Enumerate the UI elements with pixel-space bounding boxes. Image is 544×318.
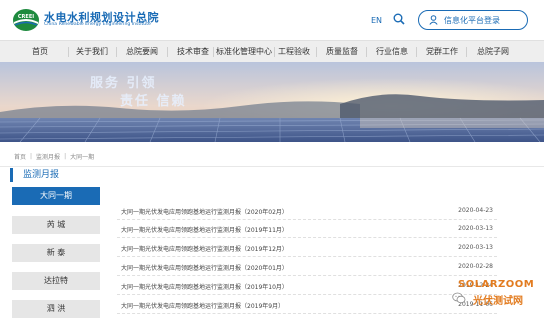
report-row[interactable]: 大同一期光伏发电应用领跑基地运行监测月报（2019年11月） 2020-03-1… xyxy=(117,222,497,238)
breadcrumb-divider xyxy=(0,166,544,167)
platform-login-button[interactable]: 信息化平台登录 xyxy=(418,10,528,30)
watermark-name: 光伏测试网 xyxy=(473,296,523,307)
report-date: 2020-03-13 xyxy=(458,225,493,232)
report-row[interactable]: 大同一期光伏发电应用领跑基地运行监测月报（2019年10月） 2019-12-2… xyxy=(117,279,497,295)
breadcrumb-monthly-report[interactable]: 监测月报 xyxy=(36,152,60,161)
nav-item-industry[interactable]: 行业信息 xyxy=(372,41,412,63)
nav-item-home[interactable]: 首页 xyxy=(22,41,58,63)
nav-item-party[interactable]: 党群工作 xyxy=(422,41,462,63)
nav-item-quality[interactable]: 质量监督 xyxy=(322,41,362,63)
svg-text:CREEI: CREEI xyxy=(18,14,34,20)
nav-item-subsites[interactable]: 总院子网 xyxy=(472,41,514,63)
breadcrumb-current: 大同一期 xyxy=(70,153,95,161)
wechat-icon xyxy=(452,292,466,304)
report-title[interactable]: 大同一期光伏发电应用领跑基地运行监测月报（2019年10月） xyxy=(121,282,288,291)
breadcrumb: 首页 | 监测月报 | 大同一期 xyxy=(14,150,94,162)
report-title[interactable]: 大同一期光伏发电应用领跑基地运行监测月报（2019年12月） xyxy=(121,244,288,253)
sidebar-title: 监测月报 xyxy=(10,168,102,182)
report-row[interactable]: 大同一期光伏发电应用领跑基地运行监测月报（2020年01月） 2020-02-2… xyxy=(117,260,497,276)
breadcrumb-separator: | xyxy=(64,152,67,160)
nav-item-news[interactable]: 总院要闻 xyxy=(120,41,164,63)
nav-item-standards[interactable]: 标准化管理中心 xyxy=(214,41,274,63)
solar-field-image xyxy=(0,62,544,142)
report-row[interactable]: 大同一期光伏发电应用领跑基地运行监测月报（2019年9月） 2019-11-06 xyxy=(117,298,497,314)
nav-divider xyxy=(316,47,317,57)
nav-divider xyxy=(167,47,168,57)
watermark-brand: SOLARZOOM xyxy=(458,279,535,290)
language-switch[interactable]: EN xyxy=(371,16,382,25)
nav-item-about[interactable]: 关于我们 xyxy=(70,41,114,63)
creei-logo-icon[interactable]: CREEI xyxy=(12,8,40,32)
site-header: CREEI 水电水利规划设计总院 China Renewable Energy … xyxy=(0,0,544,40)
report-date: 2020-02-28 xyxy=(458,263,493,270)
report-title[interactable]: 大同一期光伏发电应用领跑基地运行监测月报（2020年01月） xyxy=(121,263,288,272)
report-title[interactable]: 大同一期光伏发电应用领跑基地运行监测月报（2020年02月） xyxy=(121,207,288,216)
breadcrumb-separator: | xyxy=(30,152,33,160)
report-title[interactable]: 大同一期光伏发电应用领跑基地运行监测月报（2019年9月） xyxy=(121,301,284,310)
nav-divider xyxy=(68,47,69,57)
report-title[interactable]: 大同一期光伏发电应用领跑基地运行监测月报（2019年11月） xyxy=(121,225,288,234)
nav-divider xyxy=(466,47,467,57)
login-label: 信息化平台登录 xyxy=(444,15,500,25)
banner-slogan-line1: 服务 引领 xyxy=(90,76,157,91)
sidebar-item-sihong[interactable]: 泗 洪 xyxy=(12,300,100,318)
nav-divider xyxy=(116,47,117,57)
nav-divider xyxy=(366,47,367,57)
user-icon xyxy=(429,15,438,25)
nav-divider xyxy=(416,47,417,57)
report-date: 2020-03-13 xyxy=(458,244,493,251)
nav-item-tech-review[interactable]: 技术审查 xyxy=(172,41,214,63)
nav-item-acceptance[interactable]: 工程验收 xyxy=(274,41,314,63)
sidebar-item-xintai[interactable]: 新 泰 xyxy=(12,244,100,262)
report-row[interactable]: 大同一期光伏发电应用领跑基地运行监测月报（2019年12月） 2020-03-1… xyxy=(117,241,497,257)
breadcrumb-home[interactable]: 首页 xyxy=(14,152,26,161)
sidebar-item-dalate[interactable]: 达拉特 xyxy=(12,272,100,290)
brand-name-en: China Renewable Energy Engineering Insti… xyxy=(44,22,151,27)
main-nav: 首页 关于我们 总院要闻 技术审查 标准化管理中心 工程验收 质量监督 行业信息… xyxy=(0,40,544,62)
sidebar-item-ruicheng[interactable]: 芮 城 xyxy=(12,216,100,234)
hero-banner: 服务 引领 责任 信赖 xyxy=(0,62,544,142)
sidebar-item-datong-1[interactable]: 大同一期 xyxy=(12,187,100,205)
report-row[interactable]: 大同一期光伏发电应用领跑基地运行监测月报（2020年02月） 2020-04-2… xyxy=(117,204,497,220)
banner-slogan-line2: 责任 信赖 xyxy=(120,94,187,109)
search-icon[interactable] xyxy=(393,13,405,25)
report-date: 2020-04-23 xyxy=(458,207,493,214)
